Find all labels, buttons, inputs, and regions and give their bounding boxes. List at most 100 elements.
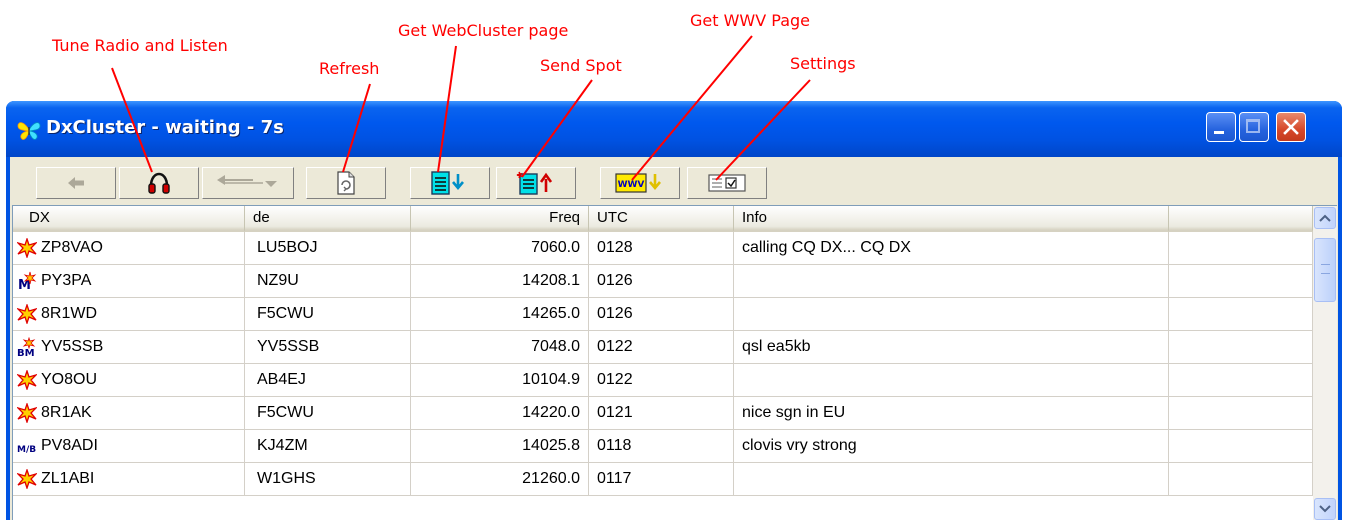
cell-dx[interactable]: BM YV5SSB [13, 331, 245, 364]
cell-de[interactable]: F5CWU [245, 397, 411, 430]
cell-freq[interactable]: 14220.0 [411, 397, 589, 430]
dx-callsign: YV5SSB [41, 338, 104, 355]
scroll-up-button[interactable] [1314, 207, 1336, 229]
cell-utc[interactable]: 0126 [589, 265, 734, 298]
cell-de[interactable]: AB4EJ [245, 364, 411, 397]
tune-listen-button[interactable] [119, 167, 199, 199]
cell-utc[interactable]: 0122 [589, 364, 734, 397]
cell-extra[interactable] [1169, 298, 1313, 331]
annotation-get-webcluster: Get WebCluster page [398, 21, 569, 40]
cell-extra[interactable] [1169, 463, 1313, 496]
cell-extra[interactable] [1169, 331, 1313, 364]
star-burst-icon [15, 302, 39, 326]
cell-extra[interactable] [1169, 265, 1313, 298]
cell-de[interactable]: YV5SSB [245, 331, 411, 364]
cell-de[interactable]: LU5BOJ [245, 232, 411, 265]
cell-dx[interactable]: M/B PV8ADI [13, 430, 245, 463]
column-header-de[interactable]: de [245, 206, 411, 232]
spot-list[interactable]: DX de Freq UTC Info ZP8VAO LU5BOJ 7060.0 01… [12, 205, 1337, 520]
annotation-get-wwv: Get WWV Page [690, 11, 811, 30]
minimize-button[interactable] [1206, 112, 1236, 142]
column-header-dx[interactable]: DX [13, 206, 245, 232]
mode-mb-icon: M/B [17, 436, 37, 456]
column-header-utc[interactable]: UTC [589, 206, 734, 232]
column-header-extra[interactable] [1169, 206, 1313, 232]
cell-info[interactable] [734, 298, 1169, 331]
settings-icon [708, 174, 746, 192]
slider-icon [217, 175, 277, 187]
butterfly-icon [17, 122, 41, 140]
cell-dx[interactable]: ZP8VAO [13, 232, 245, 265]
refresh-button[interactable] [306, 167, 386, 199]
cell-dx[interactable]: ZL1ABI [13, 463, 245, 496]
cell-de[interactable]: NZ9U [245, 265, 411, 298]
dx-callsign: YO8OU [41, 371, 98, 388]
star-burst-icon [15, 401, 39, 425]
cell-info[interactable] [734, 463, 1169, 496]
cell-freq[interactable]: 14208.1 [411, 265, 589, 298]
vertical-scrollbar[interactable] [1313, 206, 1337, 520]
toolbar: WWV [10, 157, 1338, 199]
scroll-down-button[interactable] [1314, 498, 1336, 520]
cell-de[interactable]: F5CWU [245, 298, 411, 331]
annotation-settings: Settings [790, 54, 856, 73]
cell-info[interactable] [734, 364, 1169, 397]
cell-freq[interactable]: 7060.0 [411, 232, 589, 265]
cell-info[interactable]: clovis vry strong [734, 430, 1169, 463]
cell-extra[interactable] [1169, 397, 1313, 430]
cell-extra[interactable] [1169, 430, 1313, 463]
cell-info[interactable]: qsl ea5kb [734, 331, 1169, 364]
dx-callsign: ZL1ABI [41, 470, 95, 487]
cell-freq[interactable]: 14265.0 [411, 298, 589, 331]
settings-button[interactable] [687, 167, 767, 199]
cell-utc[interactable]: 0117 [589, 463, 734, 496]
svg-text:M/B: M/B [17, 445, 36, 455]
cell-dx[interactable]: YO8OU [13, 364, 245, 397]
cell-dx[interactable]: 8R1AK [13, 397, 245, 430]
chevron-up-icon [1319, 214, 1331, 222]
cell-freq[interactable]: 10104.9 [411, 364, 589, 397]
cell-extra[interactable] [1169, 364, 1313, 397]
cell-dx[interactable]: M PY3PA [13, 265, 245, 298]
window-title: DxCluster - waiting - 7s [46, 117, 284, 138]
cell-utc[interactable]: 0121 [589, 397, 734, 430]
cell-freq[interactable]: 7048.0 [411, 331, 589, 364]
table-row[interactable]: YO8OU AB4EJ 10104.9 0122 [13, 364, 1313, 397]
scroll-thumb[interactable] [1314, 238, 1336, 302]
table-row[interactable]: 8R1AK F5CWU 14220.0 0121 nice sgn in EU [13, 397, 1313, 430]
table-row[interactable]: M PY3PA NZ9U 14208.1 0126 [13, 265, 1313, 298]
cell-de[interactable]: W1GHS [245, 463, 411, 496]
get-webcluster-button[interactable] [410, 167, 490, 199]
cell-extra[interactable] [1169, 232, 1313, 265]
slider-dropdown-button[interactable] [202, 167, 294, 199]
table-row[interactable]: BM YV5SSB YV5SSB 7048.0 0122 qsl ea5kb [13, 331, 1313, 364]
maximize-icon [1246, 119, 1260, 133]
table-row[interactable]: 8R1WD F5CWU 14265.0 0126 [13, 298, 1313, 331]
send-spot-button[interactable] [496, 167, 576, 199]
cell-utc[interactable]: 0126 [589, 298, 734, 331]
thumb-grip [1321, 264, 1330, 274]
get-wwv-button[interactable]: WWV [600, 167, 680, 199]
cell-dx[interactable]: 8R1WD [13, 298, 245, 331]
dx-callsign: 8R1AK [41, 404, 92, 421]
back-button[interactable] [36, 167, 116, 199]
cell-utc[interactable]: 0122 [589, 331, 734, 364]
title-bar[interactable]: DxCluster - waiting - 7s [6, 101, 1342, 157]
column-header-info[interactable]: Info [734, 206, 1169, 232]
cell-freq[interactable]: 21260.0 [411, 463, 589, 496]
cell-info[interactable]: calling CQ DX... CQ DX [734, 232, 1169, 265]
maximize-button[interactable] [1239, 112, 1269, 142]
cell-utc[interactable]: 0118 [589, 430, 734, 463]
back-icon [68, 177, 84, 189]
cell-info[interactable]: nice sgn in EU [734, 397, 1169, 430]
cell-info[interactable] [734, 265, 1169, 298]
column-header-freq[interactable]: Freq [411, 206, 589, 232]
table-row[interactable]: ZL1ABI W1GHS 21260.0 0117 [13, 463, 1313, 496]
table-row[interactable]: ZP8VAO LU5BOJ 7060.0 0128 calling CQ DX... C… [13, 232, 1313, 265]
cell-de[interactable]: KJ4ZM [245, 430, 411, 463]
cell-utc[interactable]: 0128 [589, 232, 734, 265]
table-row[interactable]: M/B PV8ADI KJ4ZM 14025.8 0118 clovis vry stro… [13, 430, 1313, 463]
close-button[interactable] [1276, 112, 1306, 142]
cell-freq[interactable]: 14025.8 [411, 430, 589, 463]
svg-text:BM: BM [17, 348, 35, 357]
